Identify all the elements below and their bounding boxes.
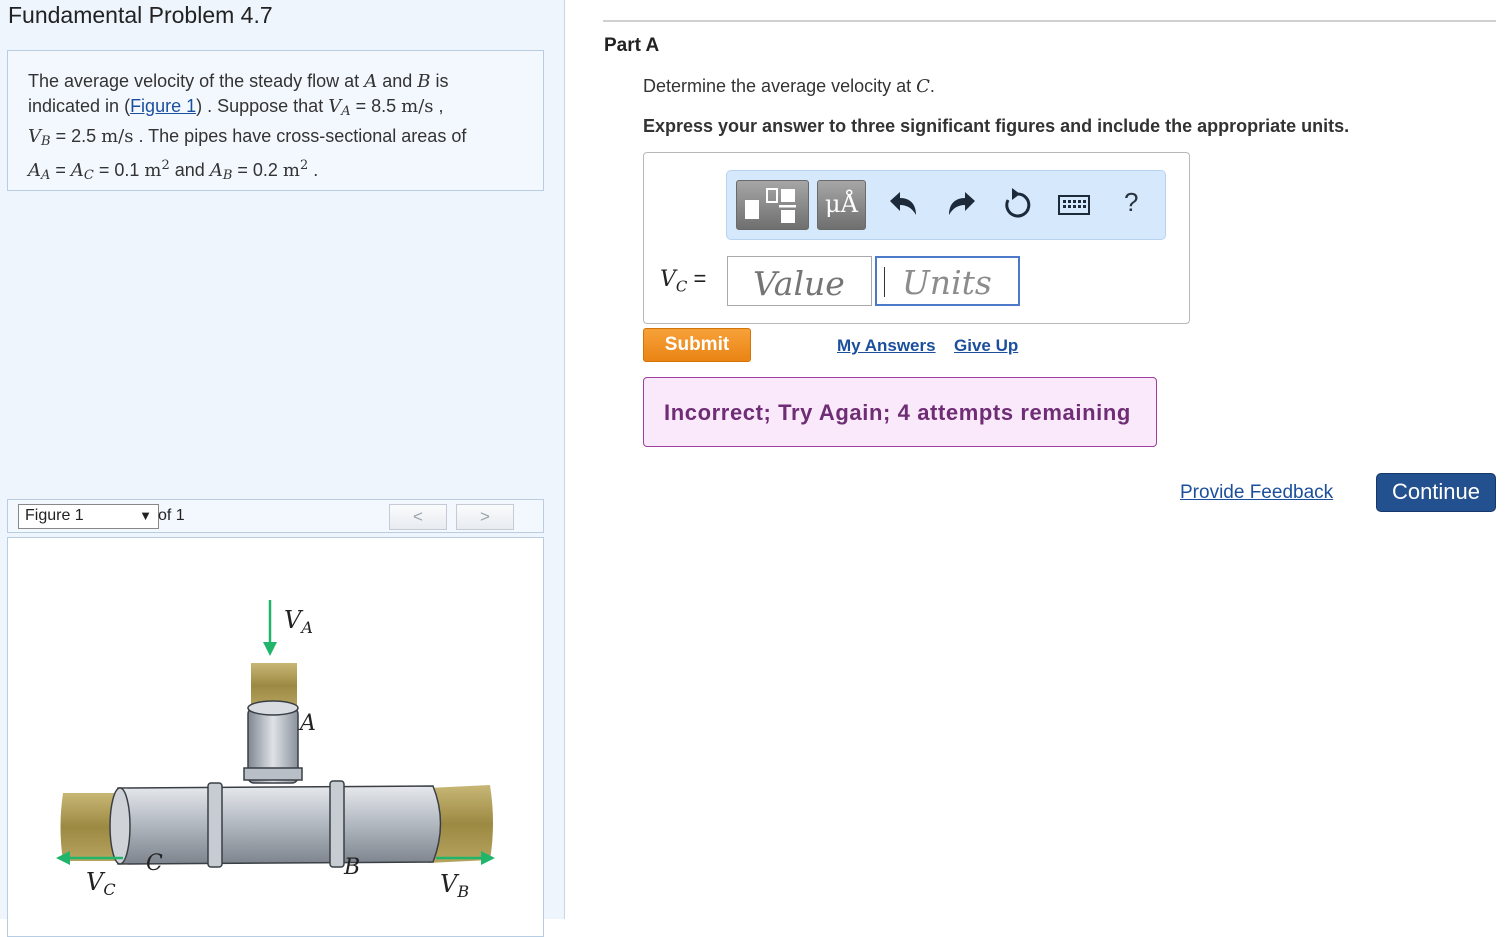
answer-box: μÅ ? VC = Units (643, 152, 1190, 324)
problem-text: ) . Suppose that (196, 96, 329, 116)
figure-count: of 1 (158, 507, 185, 524)
problem-text: is (430, 71, 449, 91)
problem-text: = 8.5 (350, 96, 402, 116)
problem-text: = (50, 160, 71, 180)
math-var: V (328, 96, 342, 117)
label-a: A (298, 711, 316, 736)
arrow-va-icon (263, 642, 277, 656)
give-up-link[interactable]: Give Up (954, 336, 1018, 356)
math-var: A (209, 160, 223, 181)
pipe-flange-a (243, 767, 303, 781)
equals-sign: = (687, 266, 707, 291)
problem-statement-box: The average velocity of the steady flow … (7, 50, 544, 191)
figure-navigation: Figure 1 ▼ of 1 < > (7, 499, 544, 533)
help-icon[interactable]: ? (1124, 187, 1138, 218)
continue-button[interactable]: Continue (1376, 473, 1496, 512)
figure-select-value: Figure 1 (25, 507, 84, 524)
problem-text: indicated in ( (28, 96, 131, 116)
pipe-opening-a (247, 700, 299, 716)
feedback-message: Incorrect; Try Again; 4 attempts remaini… (643, 377, 1157, 447)
templates-button[interactable] (736, 180, 809, 230)
pipe-opening-c (109, 787, 131, 865)
problem-title: Fundamental Problem 4.7 (8, 2, 273, 28)
previous-figure-button[interactable]: < (389, 504, 447, 530)
figure-select[interactable]: Figure 1 ▼ (18, 504, 159, 529)
label-b: B (343, 855, 360, 880)
pipe-diagram: VA A C B VC VB (56, 600, 495, 901)
math-var: A (364, 71, 378, 92)
problem-text: , (433, 96, 444, 116)
problem-text: = 2.5 (50, 126, 102, 146)
question-text: Determine the average velocity at C. (643, 76, 935, 97)
question-text-part: Determine the average velocity at (643, 76, 917, 96)
figure-link[interactable]: Figure 1 (130, 96, 196, 116)
units-button[interactable]: μÅ (817, 180, 866, 230)
value-input[interactable] (727, 256, 872, 306)
undo-icon[interactable] (884, 185, 924, 225)
math-sub: B (41, 134, 51, 149)
keyboard-icon[interactable] (1057, 193, 1091, 217)
problem-text: . (308, 160, 319, 180)
math-sup: 2 (161, 158, 170, 173)
math-unit: m/s (401, 96, 434, 117)
math-sub: B (222, 168, 233, 183)
question-text-part: . (929, 76, 935, 96)
math-var: A (70, 160, 84, 181)
provide-feedback-link[interactable]: Provide Feedback (1180, 482, 1333, 504)
answer-label: VC = (660, 266, 706, 295)
question-panel: Part A Determine the average velocity at… (566, 0, 1512, 919)
figure-image: VA A C B VC VB (7, 537, 544, 937)
math-var: V (28, 126, 41, 147)
math-unit: m/s (101, 126, 134, 147)
problem-text: The average velocity of the steady flow … (28, 71, 365, 91)
problem-text: = 0.2 (232, 160, 283, 180)
divider (603, 20, 1496, 22)
submit-button[interactable]: Submit (643, 328, 751, 362)
templates-icon (745, 188, 796, 223)
dropdown-arrow-icon: ▼ (139, 508, 152, 523)
math-sub: A (41, 168, 51, 183)
math-sub: C (83, 168, 94, 183)
math-var: B (417, 71, 431, 92)
units-input[interactable]: Units (875, 256, 1020, 306)
redo-icon[interactable] (941, 185, 981, 225)
problem-panel: Fundamental Problem 4.7 The average velo… (0, 0, 565, 937)
math-sub: C (675, 277, 688, 296)
math-toolbar: μÅ ? (726, 170, 1166, 240)
pipe-flange-left (207, 782, 223, 868)
math-unit: m (282, 160, 300, 181)
label-c: C (146, 851, 163, 876)
problem-statement: The average velocity of the steady flow … (28, 69, 533, 188)
pipe-flange-right (329, 780, 345, 868)
label-vb: VB (440, 870, 469, 901)
math-sub: A (341, 104, 351, 119)
next-figure-button[interactable]: > (456, 504, 514, 530)
label-vc: VC (86, 868, 116, 899)
part-title: Part A (604, 35, 660, 56)
math-unit: m (144, 160, 162, 181)
answer-instruction: Express your answer to three significant… (643, 116, 1350, 136)
problem-text: . The pipes have cross-sectional areas o… (133, 126, 467, 146)
problem-text: and (169, 160, 210, 180)
my-answers-link[interactable]: My Answers (837, 336, 936, 356)
reset-icon[interactable] (998, 185, 1038, 225)
label-va: VA (284, 606, 313, 637)
math-var: A (28, 160, 41, 181)
math-var: V (660, 267, 676, 292)
problem-text: and (377, 71, 418, 91)
problem-text: = 0.1 (93, 160, 145, 180)
math-var: C (916, 76, 930, 97)
